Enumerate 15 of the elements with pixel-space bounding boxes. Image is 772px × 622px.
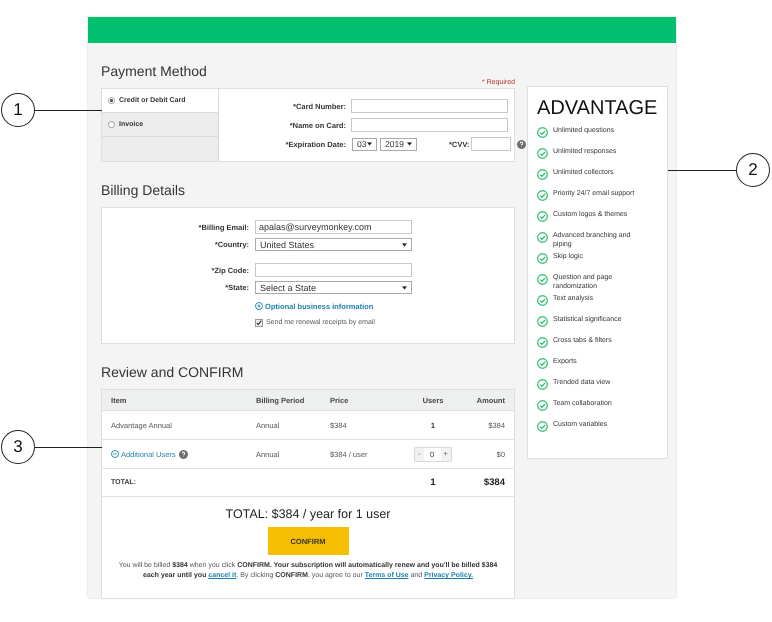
total-summary: TOTAL: $384 / year for 1 user [226,507,390,521]
plan-title: ADVANTAGE [537,97,658,120]
table-cell-text: 1 [429,477,437,488]
callout-number: 1 [1,93,35,127]
year-select[interactable]: 2019 [380,138,417,150]
dropdown[interactable]: United States [255,238,412,251]
callout-number: 2 [736,153,770,187]
input-field[interactable]: apalas@surveymonkey.com [255,220,412,234]
dropdown[interactable]: Select a State [255,281,412,294]
month-select[interactable]: 03 [352,138,377,150]
callout-number: 3 [1,430,35,464]
table-cell-text: $384 [482,477,505,488]
section-title: Review and CONFIRM [101,363,244,382]
section-title: Billing Details [101,181,186,200]
section-title: Payment Method [101,62,207,81]
